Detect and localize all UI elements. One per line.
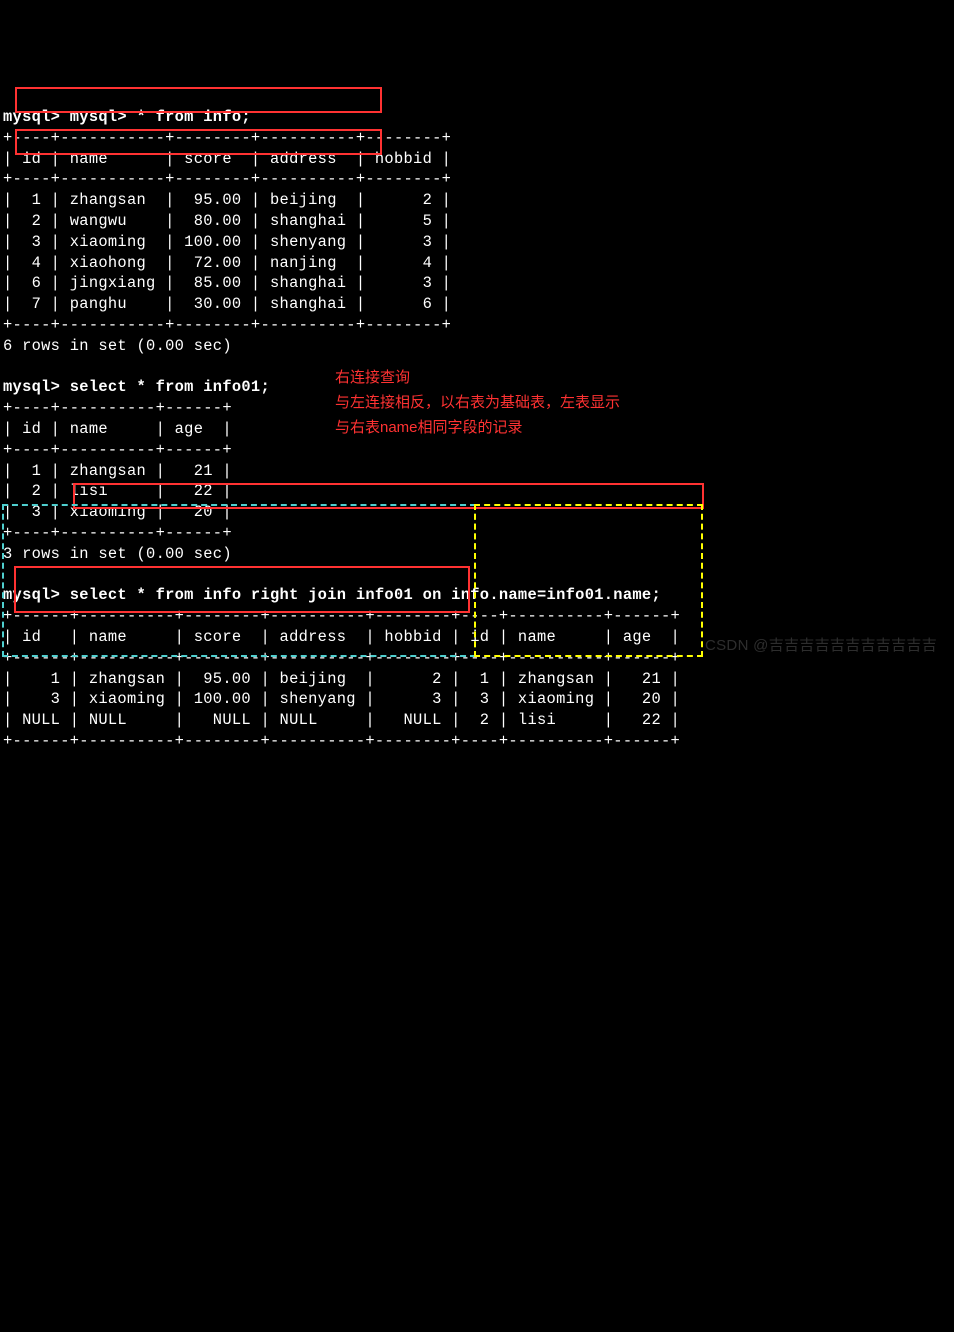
line: | 4 | xiaohong | 72.00 | nanjing | 4 | <box>3 254 451 272</box>
line: +------+----------+--------+----------+-… <box>3 732 680 750</box>
line: | 1 | zhangsan | 95.00 | beijing | 2 | <box>3 191 451 209</box>
line: | 2 | wangwu | 80.00 | shanghai | 5 | <box>3 212 451 230</box>
line: | 3 | xiaoming | 20 | <box>3 503 232 521</box>
line: | 6 | jingxiang | 85.00 | shanghai | 3 | <box>3 274 451 292</box>
line: 3 rows in set (0.00 sec) <box>3 545 232 563</box>
line: +----+-----------+--------+----------+--… <box>3 129 451 147</box>
line: mysql> mysql> * from info; <box>3 108 251 126</box>
line: | 1 | zhangsan | 95.00 | beijing | 2 | 1… <box>3 670 680 688</box>
annotation-line2: 与左连接相反，以右表为基础表，左表显示 <box>335 393 620 413</box>
line: mysql> select * from info01; <box>3 378 270 396</box>
line: | 7 | panghu | 30.00 | shanghai | 6 | <box>3 295 451 313</box>
line: +----+----------+------+ <box>3 399 232 417</box>
line: mysql> select * from info right join inf… <box>3 586 661 604</box>
line: +----+----------+------+ <box>3 441 232 459</box>
line: +----+-----------+--------+----------+--… <box>3 316 451 334</box>
line: +------+----------+--------+----------+-… <box>3 607 680 625</box>
line: | id | name | score | address | hobbid | <box>3 150 451 168</box>
line: +------+----------+--------+----------+-… <box>3 649 680 667</box>
line: | 1 | zhangsan | 21 | <box>3 462 232 480</box>
line: | 2 | lisi | 22 | <box>3 482 232 500</box>
line: | id | name | score | address | hobbid |… <box>3 628 680 646</box>
watermark: CSDN @吉吉吉吉吉吉吉吉吉吉吉 <box>705 636 937 656</box>
line: | 3 | xiaoming | 100.00 | shenyang | 3 |… <box>3 690 680 708</box>
annotation-title: 右连接查询 <box>335 368 410 388</box>
line: | id | name | age | <box>3 420 232 438</box>
line: +----+-----------+--------+----------+--… <box>3 170 451 188</box>
annotation-line3: 与右表name相同字段的记录 <box>335 418 523 438</box>
line: +----+----------+------+ <box>3 524 232 542</box>
line: | 3 | xiaoming | 100.00 | shenyang | 3 | <box>3 233 451 251</box>
line: | NULL | NULL | NULL | NULL | NULL | 2 |… <box>3 711 680 729</box>
line: 6 rows in set (0.00 sec) <box>3 337 232 355</box>
